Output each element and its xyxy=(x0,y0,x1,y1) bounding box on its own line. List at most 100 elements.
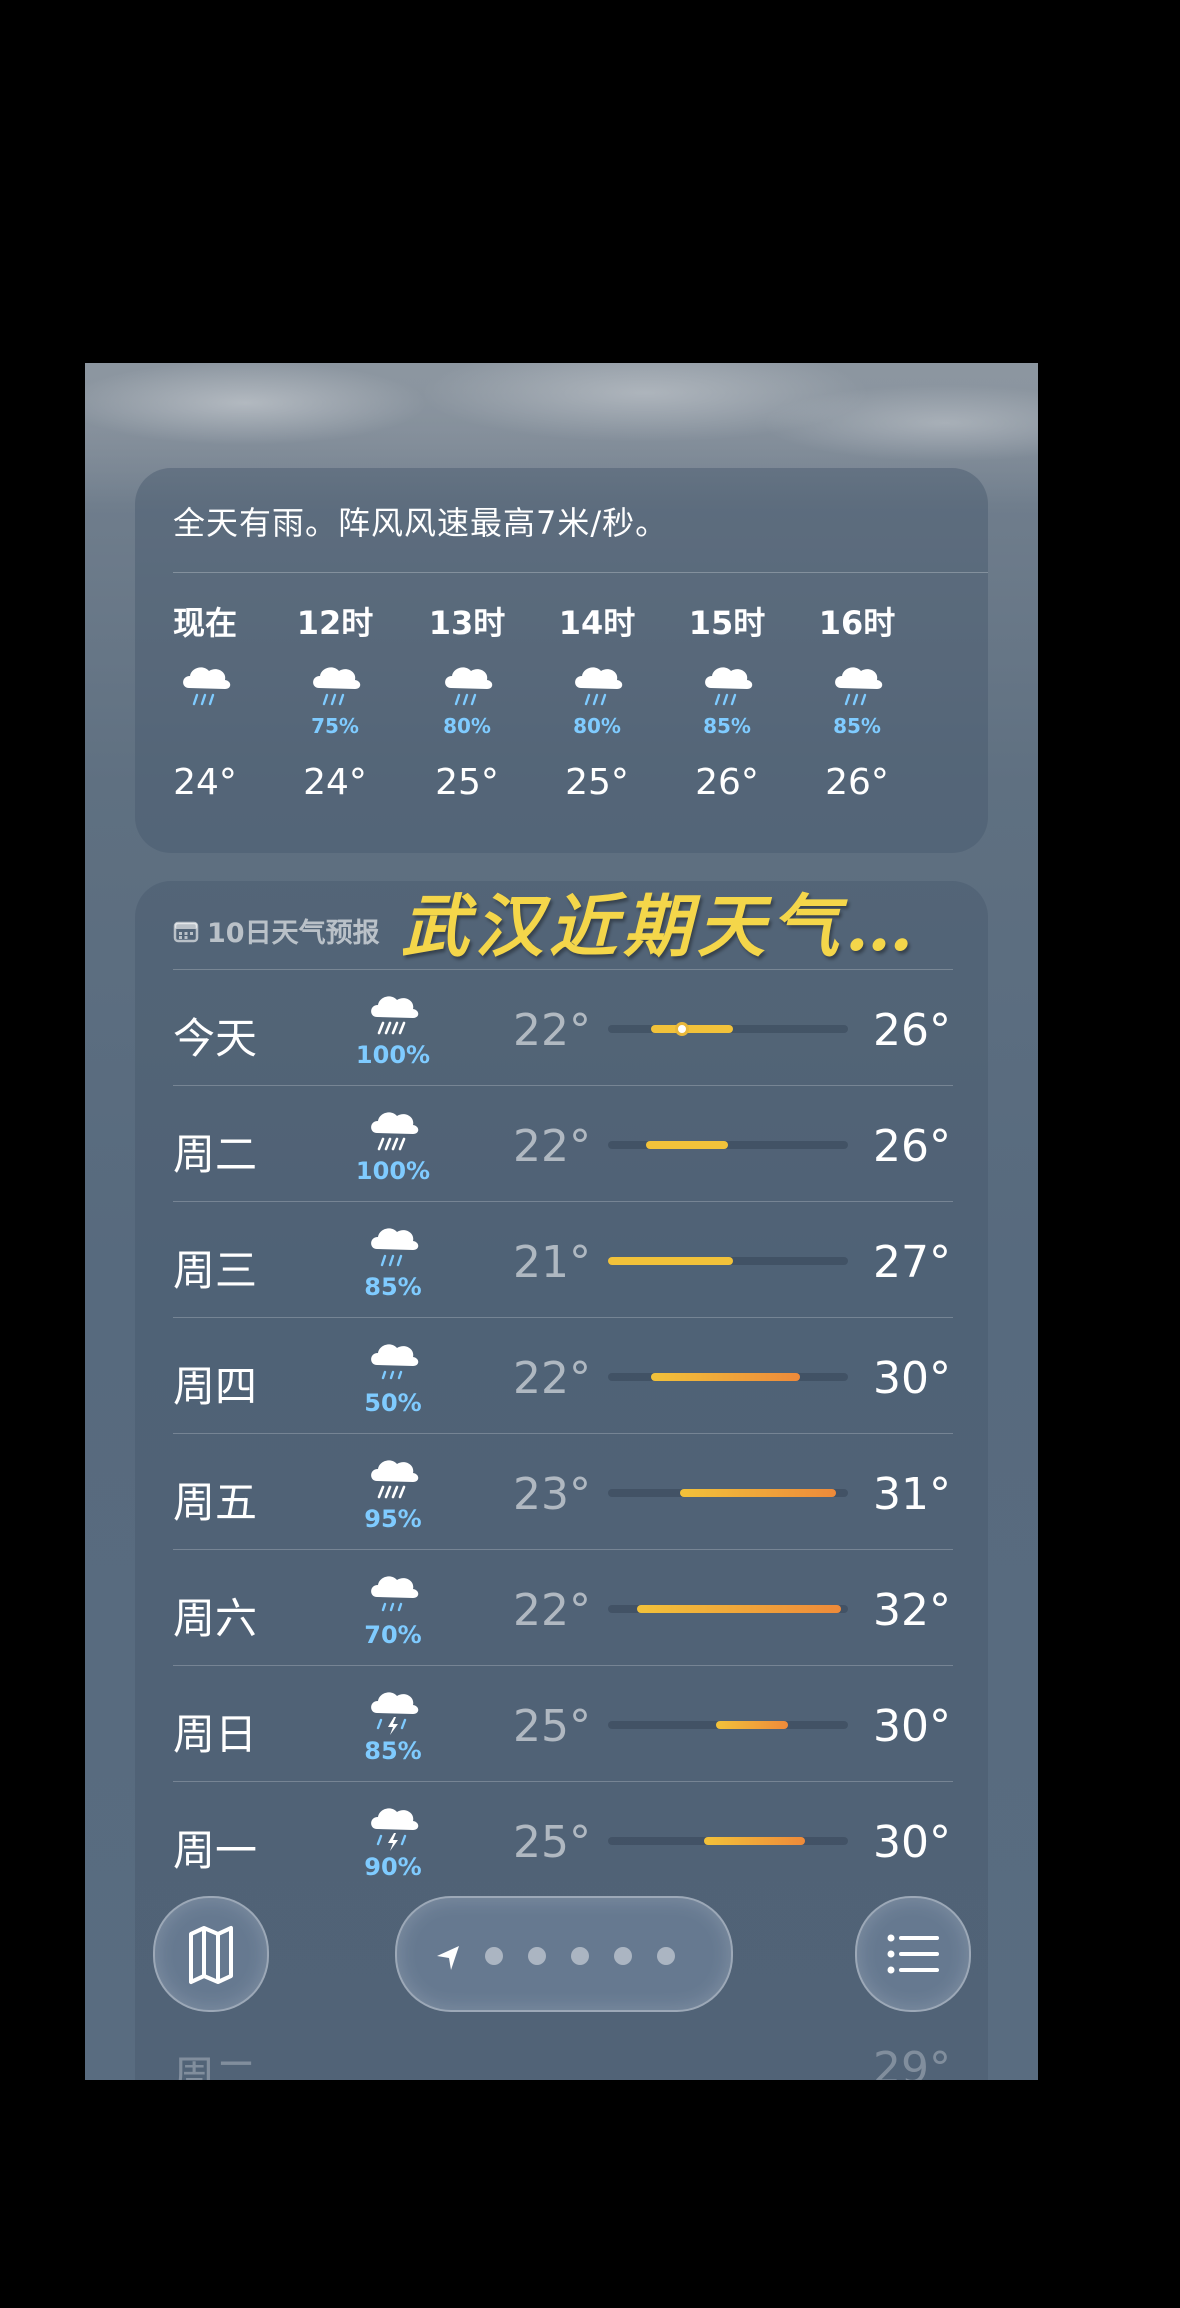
day-low-temp: 22° xyxy=(513,1005,591,1056)
day-precip: 85% xyxy=(364,1273,422,1301)
temperature-range-fill xyxy=(680,1489,836,1497)
day-high-temp: 26° xyxy=(873,1121,951,1172)
hourly-forecast-card[interactable]: 全天有雨。阵风风速最高7米/秒。 现在 24° 12时 75% 24° 13时 80% 25°… xyxy=(135,468,988,853)
hour-label: 13时 xyxy=(428,604,506,642)
map-button[interactable] xyxy=(153,1896,269,2012)
hour-column: 现在 24° xyxy=(145,598,265,803)
day-precip: 85% xyxy=(364,1737,422,1765)
page-dot[interactable] xyxy=(614,1947,632,1965)
hour-precip xyxy=(145,714,265,738)
temperature-range-fill xyxy=(646,1141,728,1149)
temperature-range-bar xyxy=(608,1721,848,1729)
row-divider xyxy=(173,1317,953,1318)
partial-day-high: 29° xyxy=(873,2043,951,2080)
hour-precip: 75% xyxy=(311,714,359,738)
temperature-range-bar xyxy=(608,1373,848,1381)
cloud-bolt-rain-icon xyxy=(363,1797,423,1853)
temperature-range-fill xyxy=(716,1721,788,1729)
weather-screen: 全天有雨。阵风风速最高7米/秒。 现在 24° 12时 75% 24° 13时 80% 25°… xyxy=(85,363,1038,2080)
hour-temp: 26° xyxy=(695,762,759,803)
temperature-range-fill xyxy=(651,1373,800,1381)
hour-column: 14时 80% 25° xyxy=(537,598,657,803)
cloud-rain-icon xyxy=(175,656,235,712)
hour-precip: 85% xyxy=(703,714,751,738)
day-precip: 70% xyxy=(364,1621,422,1649)
cloud-drizzle-icon xyxy=(363,1333,423,1389)
day-name: 周四 xyxy=(173,1362,258,1411)
day-row[interactable]: 周日 85% 25° 30° xyxy=(173,1665,953,1781)
day-precip: 100% xyxy=(355,1041,431,1069)
day-row[interactable]: 周二 100% 22° 26° xyxy=(173,1085,953,1201)
partial-day-row: 周二 29° xyxy=(173,2043,953,2080)
day-name: 周五 xyxy=(173,1478,258,1527)
temperature-range-fill xyxy=(704,1837,805,1845)
hour-precip: 85% xyxy=(833,714,881,738)
row-divider xyxy=(173,1665,953,1666)
day-high-temp: 30° xyxy=(873,1353,951,1404)
page-dot[interactable] xyxy=(571,1947,589,1965)
day-row[interactable]: 周六 70% 22° 32° xyxy=(173,1549,953,1665)
row-divider xyxy=(173,1433,953,1434)
cloud-heavy-rain-icon xyxy=(363,1101,423,1157)
day-name: 周日 xyxy=(173,1710,258,1759)
temperature-range-fill xyxy=(608,1257,733,1265)
temperature-range-bar xyxy=(608,1605,848,1613)
hour-column: 12时 75% 24° xyxy=(275,598,395,803)
hour-label: 现在 xyxy=(172,604,237,642)
list-button[interactable] xyxy=(855,1896,971,2012)
day-name: 周三 xyxy=(173,1246,258,1295)
day-low-temp: 21° xyxy=(513,1237,591,1288)
day-low-temp: 22° xyxy=(513,1353,591,1404)
overlay-caption: 武汉近期天气… xyxy=(401,887,920,967)
row-divider xyxy=(173,1085,953,1086)
day-name: 今天 xyxy=(173,1014,258,1063)
day-high-temp: 26° xyxy=(873,1005,951,1056)
day-low-temp: 25° xyxy=(513,1817,591,1868)
cloud-rain-icon xyxy=(567,656,627,712)
hour-precip: 80% xyxy=(443,714,491,738)
hour-temp: 24° xyxy=(303,762,367,803)
hourly-summary: 全天有雨。阵风风速最高7米/秒。 xyxy=(173,504,669,542)
page-dot[interactable] xyxy=(657,1947,675,1965)
day-low-temp: 22° xyxy=(513,1121,591,1172)
cloud-rain-icon xyxy=(363,1217,423,1273)
day-precip: 100% xyxy=(355,1157,431,1185)
divider xyxy=(173,572,988,573)
day-low-temp: 23° xyxy=(513,1469,591,1520)
partial-day-name: 周二 xyxy=(173,2052,258,2080)
hour-column: 15时 85% 26° xyxy=(667,598,787,803)
row-divider xyxy=(173,1201,953,1202)
calendar-icon xyxy=(173,919,199,950)
day-high-temp: 30° xyxy=(873,1701,951,1752)
row-divider xyxy=(173,1781,953,1782)
day-name: 周二 xyxy=(173,1130,258,1179)
hour-label: 16时 xyxy=(818,604,896,642)
hour-column: 16时 85% 26° xyxy=(797,598,917,803)
bottom-toolbar xyxy=(85,1868,1038,2012)
day-row[interactable]: 今天 100% 22° 26° xyxy=(173,969,953,1085)
ten-day-header: 10日天气预报 xyxy=(173,911,380,950)
day-high-temp: 27° xyxy=(873,1237,951,1288)
cloud-drizzle-icon xyxy=(363,1565,423,1621)
page-dot[interactable] xyxy=(528,1947,546,1965)
hour-label: 15时 xyxy=(688,604,766,642)
page-indicator[interactable] xyxy=(395,1896,733,2012)
page-dot[interactable] xyxy=(485,1947,503,1965)
ten-day-header-label: 10日天气预报 xyxy=(207,918,380,949)
current-temp-marker xyxy=(675,1022,690,1036)
temperature-range-bar xyxy=(608,1022,848,1036)
cloud-rain-icon xyxy=(697,656,757,712)
day-row[interactable]: 周五 95% 23° 31° xyxy=(173,1433,953,1549)
cloud-heavy-rain-icon xyxy=(363,1449,423,1505)
day-row[interactable]: 周三 85% 21° 27° xyxy=(173,1201,953,1317)
day-precip: 95% xyxy=(364,1505,422,1533)
cloud-rain-icon xyxy=(437,656,497,712)
hour-temp: 25° xyxy=(565,762,629,803)
day-high-temp: 30° xyxy=(873,1817,951,1868)
day-precip: 50% xyxy=(364,1389,422,1417)
temperature-range-bar xyxy=(608,1837,848,1845)
hour-label: 12时 xyxy=(296,604,374,642)
day-high-temp: 31° xyxy=(873,1469,951,1520)
temperature-range-bar xyxy=(608,1257,848,1265)
day-row[interactable]: 周四 50% 22° 30° xyxy=(173,1317,953,1433)
